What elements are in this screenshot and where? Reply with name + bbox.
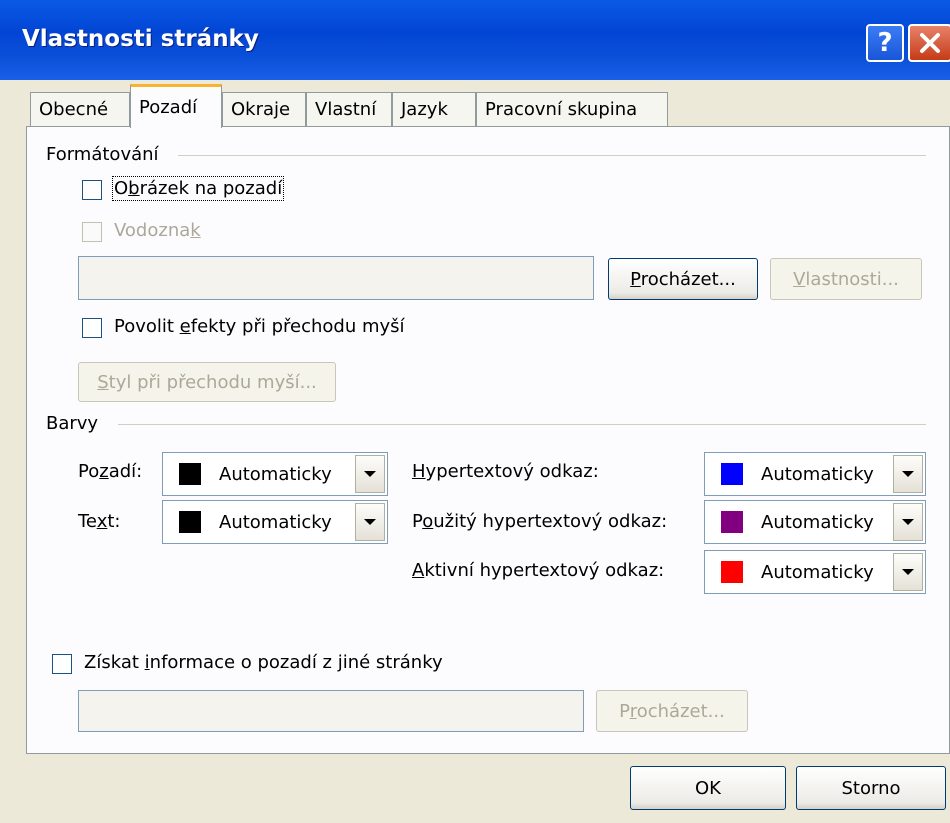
formatting-divider [178, 155, 926, 156]
tab-obecne[interactable]: Obecné [30, 92, 130, 126]
dropdown-button[interactable] [893, 503, 923, 541]
chevron-down-icon [364, 519, 376, 525]
hover-effects-label[interactable]: Povolit efekty při přechodu myší [114, 316, 405, 337]
background-image-checkbox[interactable] [82, 180, 102, 200]
active-link-color-select[interactable]: Automaticky [704, 550, 926, 594]
selected-value: Automaticky [761, 511, 874, 533]
tab-label: Vlastní [315, 99, 377, 120]
hover-style-button[interactable]: Styl při přechodu myší... [78, 362, 336, 402]
other-page-label[interactable]: Získat informace o pozadí z jiné stránky [84, 652, 443, 673]
formatting-group-title: Formátování [46, 144, 167, 165]
selected-value: Automaticky [761, 463, 874, 485]
tab-label: Pracovní skupina [485, 99, 638, 120]
background-image-label[interactable]: Obrázek na pozadí [111, 176, 285, 201]
dropdown-button[interactable] [893, 455, 923, 493]
other-page-checkbox[interactable] [52, 654, 72, 674]
watermark-checkbox[interactable] [82, 222, 102, 242]
text-color-label: Text: [78, 511, 121, 532]
hyperlink-color-label: Hypertextový odkaz: [412, 461, 599, 482]
color-swatch [179, 463, 201, 485]
close-button[interactable] [908, 24, 950, 62]
background-image-path-field[interactable] [78, 256, 594, 300]
cancel-button[interactable]: Storno [796, 766, 946, 810]
tab-label: Okraje [231, 99, 291, 120]
watermark-label: Vodoznak [114, 220, 201, 241]
visited-link-color-label: Použitý hypertextový odkaz: [412, 511, 668, 532]
close-icon [920, 33, 940, 53]
text-color-select[interactable]: Automaticky [162, 500, 388, 544]
tab-label: Obecné [39, 99, 109, 120]
tab-vlastni[interactable]: Vlastní [306, 92, 392, 126]
background-color-select[interactable]: Automaticky [162, 452, 388, 496]
properties-button[interactable]: Vlastnosti... [770, 258, 922, 300]
ok-button[interactable]: OK [630, 766, 786, 810]
colors-group-title: Barvy [46, 413, 107, 434]
tab-label: Jazyk [401, 99, 448, 120]
tab-okraje[interactable]: Okraje [222, 92, 306, 126]
color-swatch [721, 511, 743, 533]
help-button[interactable]: ? [866, 24, 904, 62]
dropdown-button[interactable] [893, 553, 923, 591]
color-swatch [721, 561, 743, 583]
background-color-label: Pozadí: [78, 461, 143, 482]
other-page-path-field[interactable] [78, 690, 584, 732]
color-swatch [179, 511, 201, 533]
tab-jazyk[interactable]: Jazyk [392, 92, 476, 126]
chevron-down-icon [364, 471, 376, 477]
title-bar[interactable]: Vlastnosti stránky ? [0, 0, 950, 80]
chevron-down-icon [902, 471, 914, 477]
chevron-down-icon [902, 569, 914, 575]
other-page-browse-button[interactable]: Procházet... [596, 690, 748, 732]
color-swatch [721, 463, 743, 485]
active-link-color-label: Aktivní hypertextový odkaz: [412, 560, 665, 581]
tab-pracovni-skupina[interactable]: Pracovní skupina [476, 92, 668, 126]
dropdown-button[interactable] [355, 455, 385, 493]
selected-value: Automaticky [219, 463, 332, 485]
tab-pozadi[interactable]: Pozadí [130, 84, 222, 128]
hover-effects-checkbox[interactable] [82, 318, 102, 338]
chevron-down-icon [902, 519, 914, 525]
browse-button[interactable]: Procházet... [608, 258, 758, 300]
selected-value: Automaticky [219, 511, 332, 533]
colors-divider [118, 424, 926, 425]
visited-link-color-select[interactable]: Automaticky [704, 500, 926, 544]
dropdown-button[interactable] [355, 503, 385, 541]
hyperlink-color-select[interactable]: Automaticky [704, 452, 926, 496]
tab-label: Pozadí [139, 97, 198, 118]
help-icon: ? [877, 28, 893, 58]
window-title: Vlastnosti stránky [22, 26, 259, 52]
selected-value: Automaticky [761, 561, 874, 583]
